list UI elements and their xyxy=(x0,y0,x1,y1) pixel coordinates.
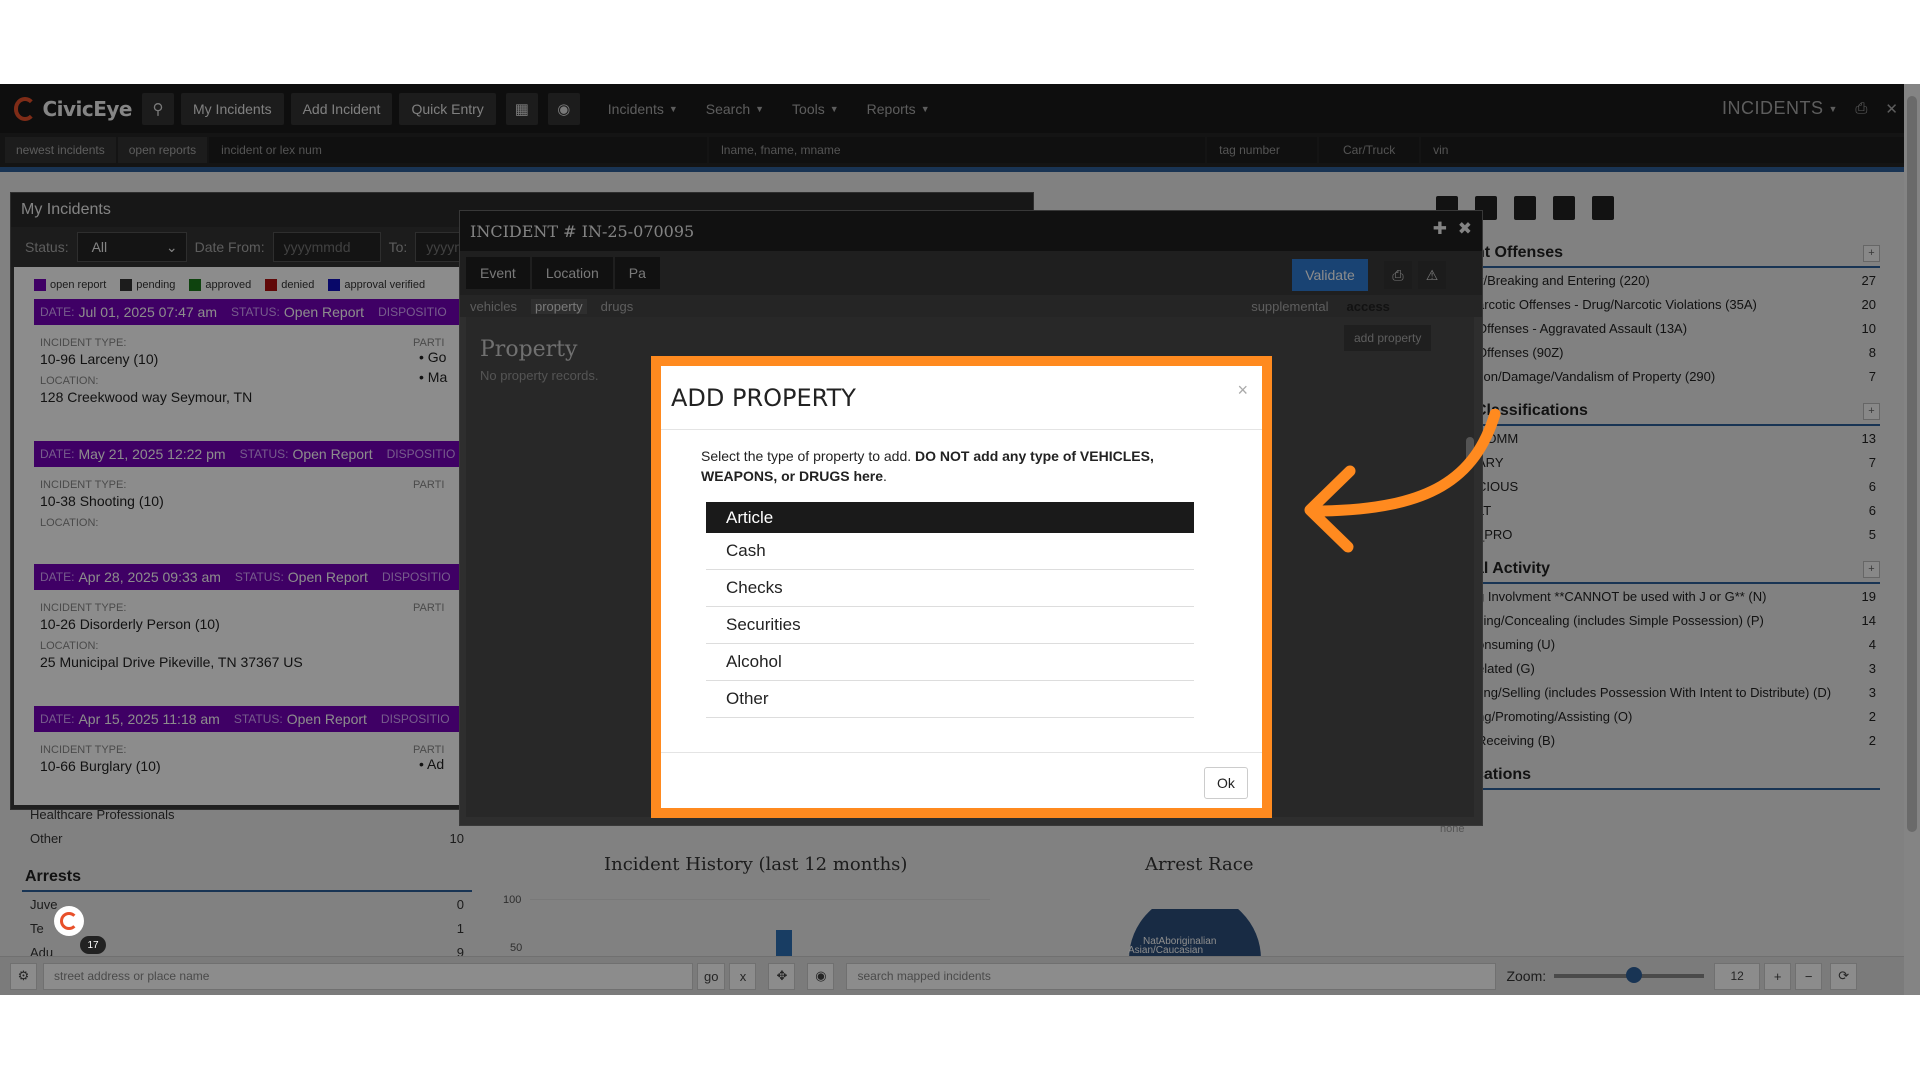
property-type-list: Article Cash Checks Securities Alcohol O… xyxy=(706,502,1194,718)
close-icon[interactable]: × xyxy=(1237,380,1248,401)
property-option-other[interactable]: Other xyxy=(706,681,1194,718)
property-option-article[interactable]: Article xyxy=(706,502,1194,533)
property-option-securities[interactable]: Securities xyxy=(706,607,1194,644)
dialog-header: ADD PROPERTY × xyxy=(661,366,1262,430)
property-option-cash[interactable]: Cash xyxy=(706,533,1194,570)
dialog-title: ADD PROPERTY xyxy=(671,383,856,412)
notification-count-badge: 17 xyxy=(80,936,106,954)
property-option-alcohol[interactable]: Alcohol xyxy=(706,644,1194,681)
dialog-footer: Ok xyxy=(661,752,1262,808)
description-text: Select the type of property to add. xyxy=(701,448,912,464)
add-property-dialog: ADD PROPERTY × Select the type of proper… xyxy=(651,356,1272,818)
app-viewport: CivicEye ⚲ My Incidents Add Incident Qui… xyxy=(0,84,1920,995)
dialog-description: Select the type of property to add. DO N… xyxy=(701,446,1222,486)
ok-button[interactable]: Ok xyxy=(1204,767,1248,799)
civiceye-logo-icon xyxy=(60,912,78,930)
annotation-arrow-icon xyxy=(1304,409,1501,553)
chat-widget[interactable] xyxy=(54,906,84,936)
property-option-checks[interactable]: Checks xyxy=(706,570,1194,607)
description-end: . xyxy=(883,468,887,484)
